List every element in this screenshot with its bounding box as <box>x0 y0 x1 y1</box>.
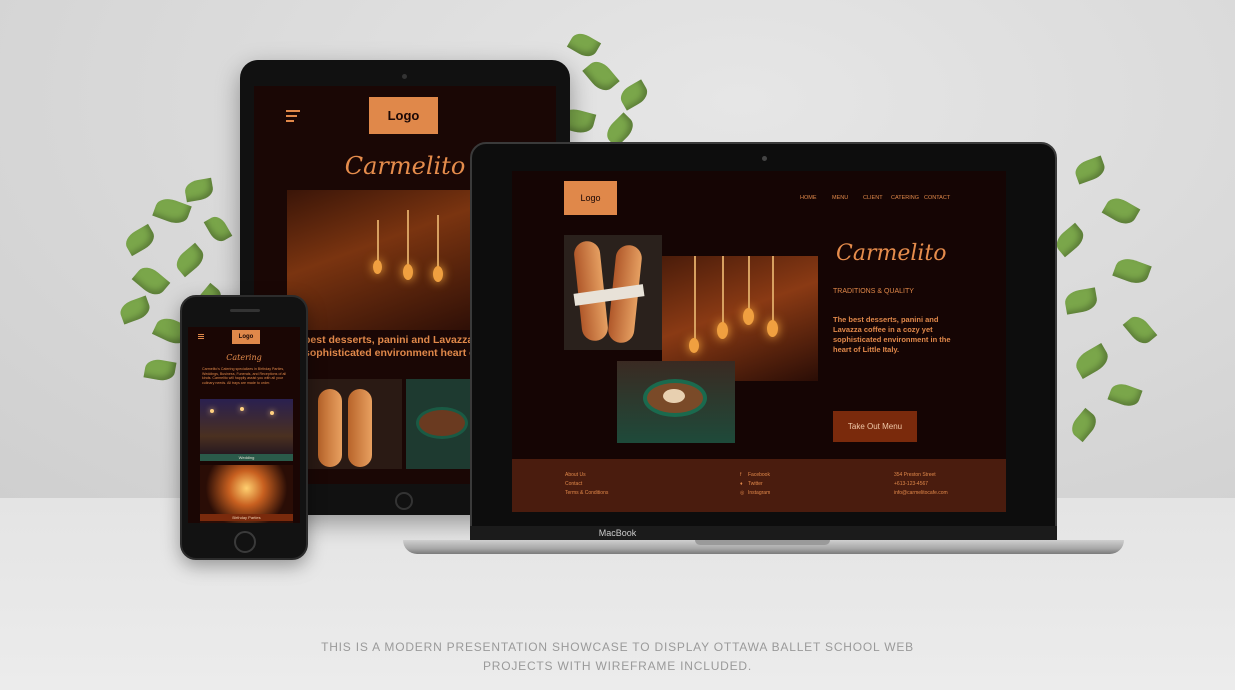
footer-email[interactable]: info@carmelitocafe.com <box>894 489 948 498</box>
footer-phone[interactable]: +613-123-4567 <box>894 480 948 489</box>
tablet-coffee-image <box>406 379 476 469</box>
facebook-icon: f <box>740 472 742 478</box>
footer-twitter[interactable]: ♦ Twitter <box>740 480 770 489</box>
footer-terms[interactable]: Terms & Conditions <box>565 489 608 498</box>
presentation-caption: THIS IS A MODERN PRESENTATION SHOWCASE T… <box>321 640 914 673</box>
phone-home-button[interactable] <box>234 531 256 553</box>
laptop-device: Logo HOME MENU CLIENT CATERING CONTACT C… <box>470 142 1057 540</box>
nav-catering[interactable]: CATERING <box>891 195 919 201</box>
footer-address: 354 Preston Street <box>894 472 936 478</box>
birthday-card[interactable]: Birthday Parties <box>200 465 293 523</box>
phone-logo[interactable]: Logo <box>232 330 260 344</box>
phone-device: Logo Catering Carmelito's Catering speci… <box>180 295 308 560</box>
laptop-logo[interactable]: Logo <box>564 181 617 215</box>
hamburger-icon[interactable] <box>286 110 300 122</box>
hero-description: The best desserts, panini and Lavazza co… <box>833 315 951 354</box>
wedding-card[interactable]: Wedding <box>200 399 293 461</box>
phone-hamburger-icon[interactable] <box>198 334 204 339</box>
laptop-screen: Logo HOME MENU CLIENT CATERING CONTACT C… <box>512 171 1006 512</box>
tagline: TRADITIONS & QUALITY <box>833 288 914 295</box>
site-footer: About Us Contact Terms & Conditions f Fac… <box>512 459 1006 512</box>
nav-menu[interactable]: MENU <box>832 195 848 201</box>
bread-image <box>564 235 662 350</box>
twitter-icon: ♦ <box>740 481 743 487</box>
phone-speaker <box>230 309 260 312</box>
instagram-icon: ◎ <box>740 490 745 496</box>
nav-client[interactable]: CLIENT <box>863 195 883 201</box>
tablet-bread-image <box>304 379 402 469</box>
tablet-camera <box>402 74 407 79</box>
phone-screen: Logo Catering Carmelito's Catering speci… <box>188 327 300 523</box>
laptop-notch <box>695 540 830 545</box>
footer-about-us[interactable]: About Us <box>565 471 608 480</box>
phone-body-text: Carmelito's Catering specializes in Birt… <box>202 367 287 385</box>
coffee-image <box>617 361 735 443</box>
nav-contact[interactable]: CONTACT <box>924 195 950 201</box>
tablet-hero-image <box>287 190 489 330</box>
tablet-home-button[interactable] <box>395 492 413 510</box>
footer-instagram[interactable]: ◎ Instagram <box>740 489 770 498</box>
laptop-camera <box>762 156 767 161</box>
tablet-logo[interactable]: Logo <box>369 97 438 134</box>
footer-contact[interactable]: Contact <box>565 480 608 489</box>
take-out-menu-button[interactable]: Take Out Menu <box>833 411 917 442</box>
nav-home[interactable]: HOME <box>800 195 817 201</box>
wedding-card-label: Wedding <box>200 454 293 461</box>
phone-section-title: Catering <box>226 353 262 362</box>
laptop-brand-title: Carmelito <box>836 241 947 266</box>
footer-facebook[interactable]: f Facebook <box>740 471 770 480</box>
birthday-card-label: Birthday Parties <box>200 514 293 521</box>
